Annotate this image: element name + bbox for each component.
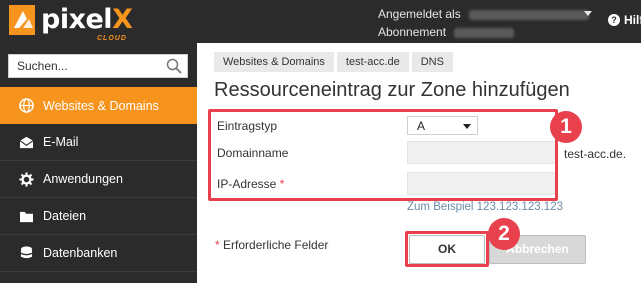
mail-icon [18,134,34,150]
account-info[interactable]: Angemeldet als Abonnement [378,7,589,40]
callout-highlight-form [208,109,558,201]
top-bar: pixelX CLOUD Angemeldet als Abonnement ?… [0,0,641,43]
help-icon: ? [608,14,620,26]
sidebar-item-label: Datenbanken [43,246,118,260]
sidebar: Suchen... Websites & Domains E-Mail Anwe… [0,43,197,283]
sidebar-item-databases[interactable]: Datenbanken [0,235,197,272]
gear-icon [18,171,34,187]
breadcrumb: Websites & Domains test-acc.de DNS [214,52,456,72]
domain-suffix: test-acc.de. [564,147,627,161]
help-label: Hilfe [624,13,641,27]
breadcrumb-websites-domains[interactable]: Websites & Domains [214,52,334,72]
help-button[interactable]: ? Hilfe [608,13,641,27]
sidebar-item-websites-domains[interactable]: Websites & Domains [0,87,197,124]
sidebar-item-label: Dateien [43,209,87,223]
database-icon [18,245,34,261]
required-fields-note: * Erforderliche Felder [215,238,329,252]
search-input[interactable]: Suchen... [8,54,188,78]
callout-highlight-ok [405,231,489,267]
plesk-panel: pixelX CLOUD Angemeldet als Abonnement ?… [0,0,641,283]
subscription-label: Abonnement [378,25,447,39]
logo-wordmark: pixelX [41,4,133,35]
breadcrumb-domain[interactable]: test-acc.de [336,52,409,72]
search-placeholder: Suchen... [17,59,68,73]
logo[interactable]: pixelX CLOUD [9,4,133,42]
redacted-subscription [454,27,515,38]
sidebar-item-label: E-Mail [43,135,79,149]
globe-icon [18,98,34,114]
page-title: Ressourceneintrag zur Zone hinzufügen [214,79,570,101]
logo-mark-icon [9,5,35,35]
callout-badge-2: 2 [488,218,520,250]
chevron-down-icon[interactable] [584,11,592,16]
sidebar-item-files[interactable]: Dateien [0,198,197,235]
sidebar-item-label: Websites & Domains [43,98,159,113]
logged-in-label: Angemeldet als [378,7,461,21]
breadcrumb-dns[interactable]: DNS [411,52,453,72]
search-icon[interactable] [166,58,182,74]
redacted-username [468,9,589,20]
logo-tagline: CLOUD [97,35,127,42]
sidebar-item-applications[interactable]: Anwendungen [0,161,197,198]
sidebar-item-email[interactable]: E-Mail [0,124,197,161]
sidebar-item-label: Anwendungen [43,172,123,186]
callout-badge-1: 1 [550,111,582,143]
folder-icon [18,208,34,224]
ip-address-hint: Zum Beispiel 123.123.123.123 [407,201,563,213]
